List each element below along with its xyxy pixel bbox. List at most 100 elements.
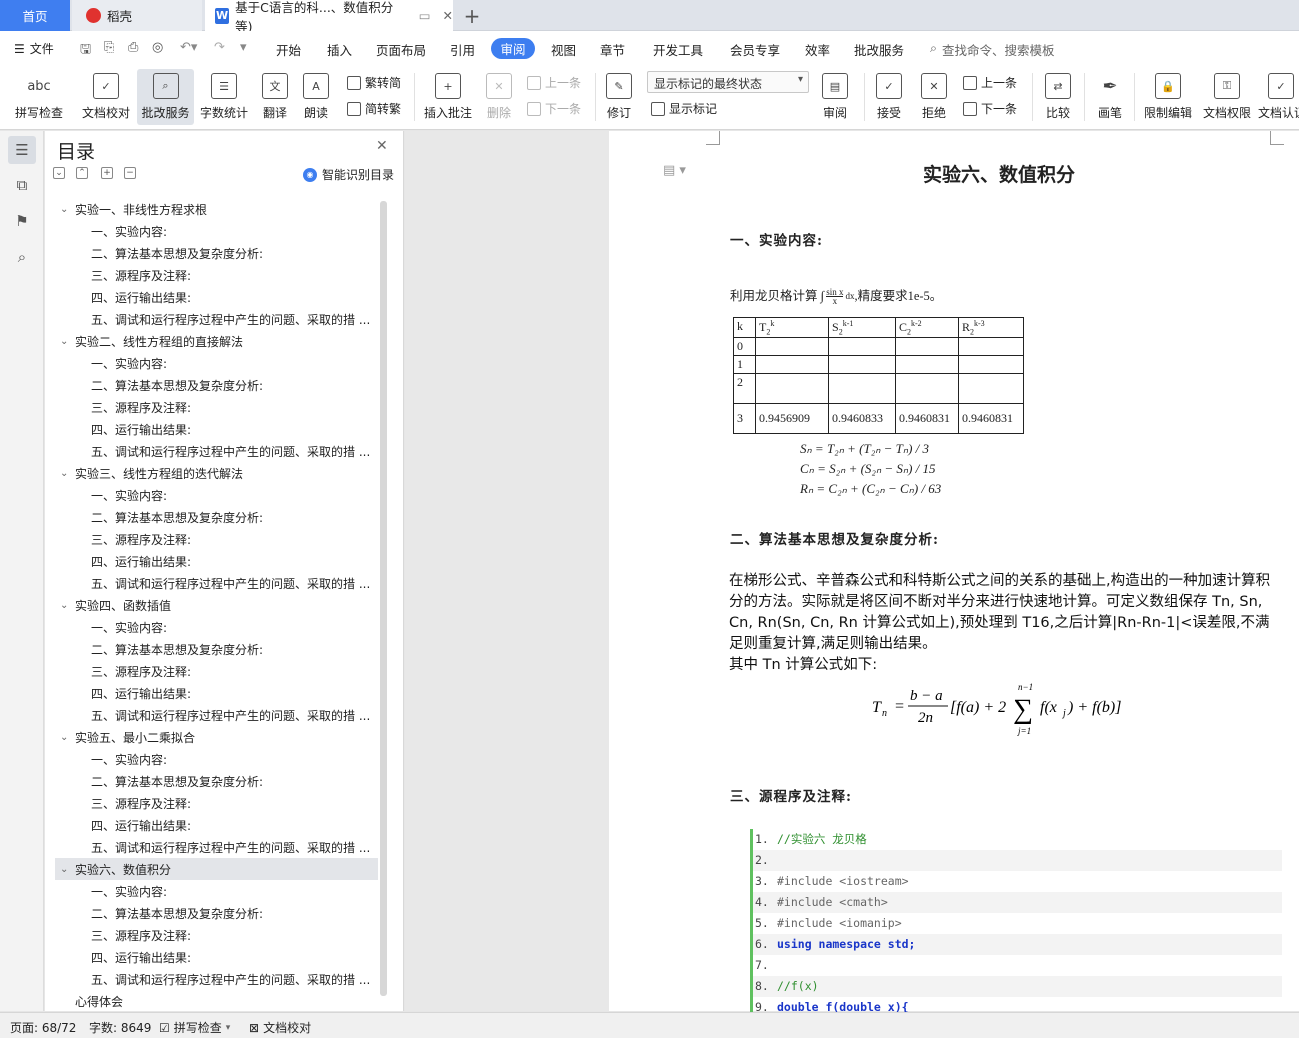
toc-section-item[interactable]: 二、算法基本思想及复杂度分析: xyxy=(55,242,378,264)
undo-icon[interactable]: ↶▾ xyxy=(180,40,197,55)
command-search[interactable]: ⌕ 查找命令、搜索模板 xyxy=(930,40,1055,59)
close-icon[interactable]: ✕ xyxy=(376,138,388,154)
grading-service-button[interactable]: ⌕ 批改服务 xyxy=(137,69,194,125)
toc-chapter-item[interactable]: ⌄ 实验四、函数插值 xyxy=(55,594,378,616)
toc-section-item[interactable]: 二、算法基本思想及复杂度分析: xyxy=(55,902,378,924)
toc-section-item[interactable]: 五、调试和运行程序过程中产生的问题、采取的措 ... xyxy=(55,440,378,462)
menu-tab-efficiency[interactable]: 效率 xyxy=(805,40,830,59)
export-pdf-icon[interactable]: ⎘ xyxy=(104,40,114,55)
toc-section-item[interactable]: 一、实验内容: xyxy=(55,748,378,770)
prev-comment-button[interactable]: 上一条 xyxy=(527,74,581,91)
print-preview-icon[interactable]: ◎ xyxy=(152,40,163,55)
file-menu-button[interactable]: ☰ 文件 xyxy=(14,40,54,57)
spell-check-button[interactable]: abc 拼写检查 xyxy=(8,69,70,125)
tab-document[interactable]: W 基于C语言的科...、数值积分等) ▭ ✕ xyxy=(205,0,453,34)
delete-comment-button[interactable]: ✕ 删除 xyxy=(480,69,518,125)
toc-section-item[interactable]: 五、调试和运行程序过程中产生的问题、采取的措 ... xyxy=(55,704,378,726)
toc-section-item[interactable]: 二、算法基本思想及复杂度分析: xyxy=(55,374,378,396)
toc-section-item[interactable]: 五、调试和运行程序过程中产生的问题、采取的措 ... xyxy=(55,572,378,594)
toc-section-item[interactable]: 三、源程序及注释: xyxy=(55,396,378,418)
add-heading-icon[interactable]: + xyxy=(101,167,113,179)
chevron-down-icon[interactable]: ⌄ xyxy=(60,468,75,479)
chapter-nav-icon[interactable]: ⧉ xyxy=(8,171,36,199)
chevron-down-icon[interactable]: ⌄ xyxy=(60,600,75,611)
toc-chapter-item[interactable]: ⌄ 实验三、线性方程组的迭代解法 xyxy=(55,462,378,484)
chevron-down-icon[interactable]: ⌄ xyxy=(60,204,75,215)
toc-section-item[interactable]: 一、实验内容: xyxy=(55,220,378,242)
page-indicator[interactable]: 页面: 68/72 xyxy=(10,1019,76,1036)
insert-comment-button[interactable]: + 插入批注 xyxy=(422,69,474,125)
toc-chapter-item[interactable]: ⌄ 实验一、非线性方程求根 xyxy=(55,198,378,220)
simp-to-trad-button[interactable]: 简转繁 xyxy=(347,100,401,117)
compare-button[interactable]: ⇄ 比较 xyxy=(1038,69,1078,125)
toc-chapter-item[interactable]: ⌄ 实验六、数值积分 xyxy=(55,858,378,880)
next-change-button[interactable]: 下一条 xyxy=(963,100,1017,117)
redo-icon[interactable]: ↷ xyxy=(214,40,225,55)
restrict-editing-button[interactable]: 🔒 限制编辑 xyxy=(1140,69,1196,125)
toc-section-item[interactable]: 四、运行输出结果: xyxy=(55,814,378,836)
tab-home[interactable]: 首页 xyxy=(0,0,70,31)
toc-section-item[interactable]: 四、运行输出结果: xyxy=(55,946,378,968)
toc-section-item[interactable]: 一、实验内容: xyxy=(55,616,378,638)
menu-tab-references[interactable]: 引用 xyxy=(450,40,475,59)
toc-section-item[interactable]: 三、源程序及注释: xyxy=(55,792,378,814)
document-outline-icon[interactable]: ▤ ▾ xyxy=(663,163,686,178)
bookmark-icon[interactable]: ⚑ xyxy=(8,207,36,235)
read-aloud-button[interactable]: A 朗读 xyxy=(298,69,334,125)
review-pane-button[interactable]: ▤ 审阅 xyxy=(815,69,855,125)
toc-section-item[interactable]: 四、运行输出结果: xyxy=(55,418,378,440)
prev-change-button[interactable]: 上一条 xyxy=(963,74,1017,91)
toc-section-item[interactable]: 三、源程序及注释: xyxy=(55,924,378,946)
search-icon[interactable]: ⌕ xyxy=(8,243,36,271)
toc-section-item[interactable]: 四、运行输出结果: xyxy=(55,550,378,572)
reject-button[interactable]: ✕ 拒绝 xyxy=(915,69,953,125)
chevron-down-icon[interactable]: ⌄ xyxy=(60,732,75,743)
word-count-indicator[interactable]: 字数: 8649 xyxy=(89,1019,151,1036)
toc-section-item[interactable]: 二、算法基本思想及复杂度分析: xyxy=(55,638,378,660)
smart-toc-button[interactable]: ◉ 智能识别目录 xyxy=(303,166,394,183)
menu-tab-start[interactable]: 开始 xyxy=(276,40,301,59)
toc-section-item[interactable]: 二、算法基本思想及复杂度分析: xyxy=(55,770,378,792)
tab-daoke[interactable]: 稻壳 xyxy=(72,0,202,31)
collapse-all-icon[interactable]: ⌄ xyxy=(53,167,65,179)
chevron-down-icon[interactable]: ⌄ xyxy=(60,336,75,347)
proofread-status[interactable]: ⊠ 文档校对 xyxy=(249,1019,311,1036)
show-markup-button[interactable]: 显示标记 xyxy=(651,100,717,117)
toc-section-item[interactable]: 四、运行输出结果: xyxy=(55,286,378,308)
toc-section-item[interactable]: 五、调试和运行程序过程中产生的问题、采取的措 ... xyxy=(55,308,378,330)
menu-tab-layout[interactable]: 页面布局 xyxy=(376,40,426,59)
toc-section-item[interactable]: 三、源程序及注释: xyxy=(55,528,378,550)
menu-tab-insert[interactable]: 插入 xyxy=(327,40,352,59)
menu-tab-section[interactable]: 章节 xyxy=(600,40,625,59)
chevron-down-icon[interactable]: ⌄ xyxy=(60,864,75,875)
menu-tab-review[interactable]: 审阅 xyxy=(491,38,535,59)
toc-scrollbar[interactable] xyxy=(380,201,387,996)
menu-tab-developer[interactable]: 开发工具 xyxy=(653,40,703,59)
toc-section-item[interactable]: 一、实验内容: xyxy=(55,352,378,374)
trad-to-simp-button[interactable]: 繁转简 xyxy=(347,74,401,91)
toc-section-item[interactable]: 一、实验内容: xyxy=(55,484,378,506)
doc-certification-button[interactable]: ✓ 文档认证 xyxy=(1258,69,1299,125)
toc-section-item[interactable]: 三、源程序及注释: xyxy=(55,264,378,286)
spell-check-status[interactable]: ☑ 拼写检查 ▾ xyxy=(159,1019,230,1036)
word-count-button[interactable]: ☰ 字数统计 xyxy=(198,69,250,125)
toc-section-item[interactable]: 二、算法基本思想及复杂度分析: xyxy=(55,506,378,528)
menu-tab-member[interactable]: 会员专享 xyxy=(730,40,780,59)
new-tab-button[interactable]: + xyxy=(458,0,486,31)
menu-tab-view[interactable]: 视图 xyxy=(551,40,576,59)
toc-section-item[interactable]: 三、源程序及注释: xyxy=(55,660,378,682)
doc-proofread-button[interactable]: ✓ 文档校对 xyxy=(78,69,134,125)
print-icon[interactable]: ⎙ xyxy=(128,40,138,55)
quick-access-more-icon[interactable]: ▾ xyxy=(240,40,247,55)
toc-section-item[interactable]: 心得体会 xyxy=(55,990,378,1011)
menu-tab-grading[interactable]: 批改服务 xyxy=(854,40,904,59)
tab-pin-icon[interactable]: ▭ xyxy=(419,8,431,23)
toc-pane-icon[interactable]: ☰ xyxy=(8,136,36,164)
toc-section-item[interactable]: 五、调试和运行程序过程中产生的问题、采取的措 ... xyxy=(55,836,378,858)
markup-state-select[interactable]: 显示标记的最终状态 xyxy=(647,71,809,93)
pen-button[interactable]: ✒ 画笔 xyxy=(1092,69,1128,125)
next-comment-button[interactable]: 下一条 xyxy=(527,100,581,117)
doc-permission-button[interactable]: ⚿ 文档权限 xyxy=(1199,69,1255,125)
toc-section-item[interactable]: 四、运行输出结果: xyxy=(55,682,378,704)
expand-up-icon[interactable]: ⌃ xyxy=(76,167,88,179)
